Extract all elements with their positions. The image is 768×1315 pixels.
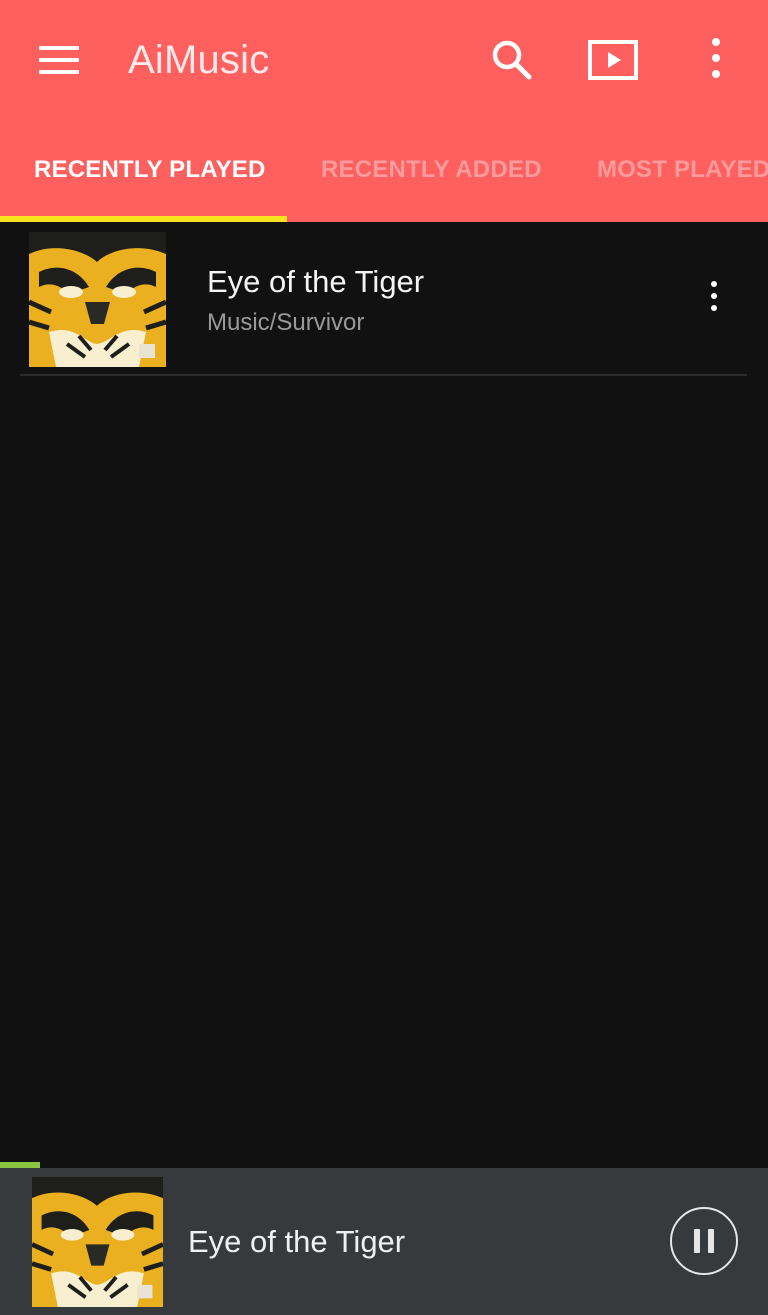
- tab-most-played[interactable]: MOST PLAYED: [597, 156, 768, 184]
- list-divider: [20, 374, 747, 376]
- menu-button[interactable]: [39, 44, 79, 76]
- playback-progress-fill: [0, 1162, 40, 1168]
- app-bar: AiMusic RECENTLY PLAYED RECENTLY ADDED M…: [0, 0, 768, 222]
- search-button[interactable]: [488, 36, 536, 84]
- menu-icon-bar: [39, 58, 79, 62]
- menu-icon-bar: [39, 70, 79, 74]
- tiger-art-image: [32, 1177, 163, 1307]
- more-vert-icon: [712, 38, 720, 78]
- menu-icon-bar: [39, 46, 79, 50]
- track-subtitle: Music/Survivor: [207, 309, 365, 336]
- more-vert-icon: [711, 281, 717, 311]
- play-queue-button[interactable]: [586, 38, 640, 84]
- more-options-button[interactable]: [702, 36, 730, 86]
- play-queue-icon: [588, 40, 638, 80]
- app-title: AiMusic: [128, 38, 270, 82]
- track-title: Eye of the Tiger: [207, 264, 425, 299]
- playback-progress-track[interactable]: [0, 1162, 768, 1168]
- track-more-button[interactable]: [702, 278, 726, 318]
- now-playing-album-art: [32, 1177, 163, 1307]
- track-row[interactable]: Eye of the Tiger Music/Survivor: [0, 222, 768, 376]
- pause-button[interactable]: [670, 1207, 738, 1275]
- now-playing-bar[interactable]: Eye of the Tiger: [0, 1162, 768, 1315]
- tab-recently-added[interactable]: RECENTLY ADDED: [321, 156, 542, 184]
- album-art: [29, 232, 166, 367]
- search-icon: [492, 40, 532, 80]
- pause-icon: [694, 1229, 700, 1253]
- pause-icon: [708, 1229, 714, 1253]
- now-playing-title: Eye of the Tiger: [188, 1224, 406, 1259]
- tiger-art-image: [29, 232, 166, 367]
- tab-recently-played[interactable]: RECENTLY PLAYED: [34, 156, 266, 184]
